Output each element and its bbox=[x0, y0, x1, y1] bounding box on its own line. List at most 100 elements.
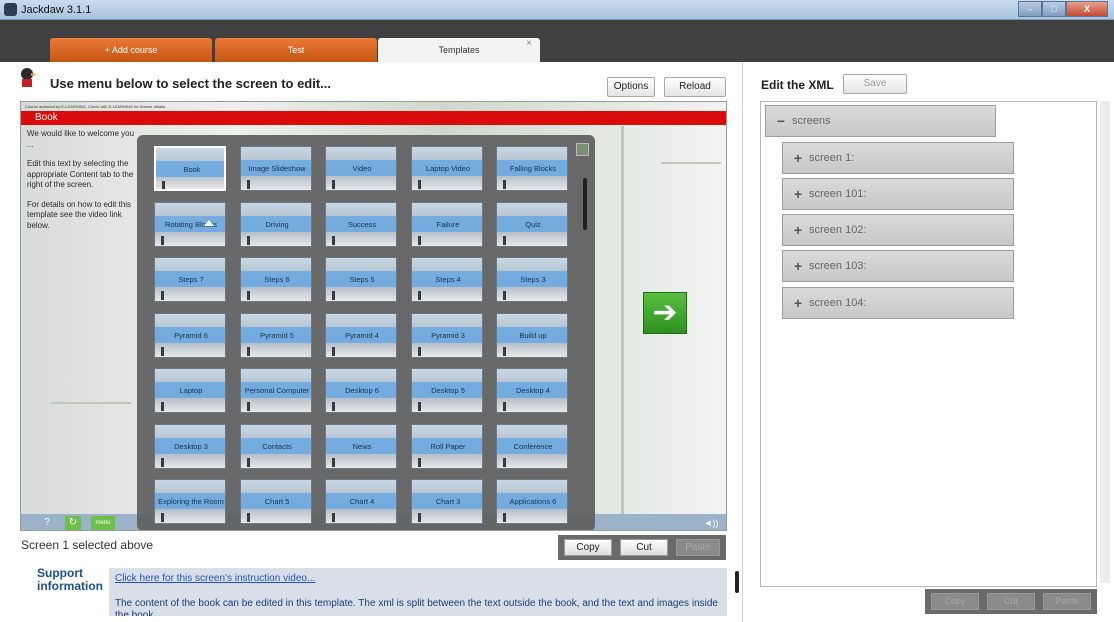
minimize-button[interactable]: – bbox=[1018, 1, 1042, 17]
save-button[interactable]: Save bbox=[843, 74, 907, 94]
template-thumbnail-label: Steps 6 bbox=[264, 274, 290, 284]
options-button[interactable]: Options bbox=[607, 77, 655, 97]
tab-add-course[interactable]: + Add course bbox=[50, 38, 212, 62]
expand-icon[interactable]: + bbox=[791, 295, 805, 311]
panel-divider bbox=[742, 62, 743, 622]
template-thumbnail-label: Chart 4 bbox=[349, 496, 375, 506]
expand-icon[interactable]: + bbox=[791, 186, 805, 202]
template-thumbnail[interactable]: Laptop bbox=[154, 368, 226, 413]
template-thumbnail[interactable]: Steps 5 bbox=[325, 257, 397, 302]
template-thumbnail[interactable]: Failure bbox=[411, 202, 483, 247]
audio-icon[interactable]: ◄)) bbox=[701, 516, 721, 530]
template-thumbnail[interactable]: Success bbox=[325, 202, 397, 247]
template-thumbnail[interactable]: Chart 5 bbox=[240, 479, 312, 524]
template-thumbnail[interactable]: Pyramid 4 bbox=[325, 313, 397, 358]
template-thumbnail[interactable]: Chart 3 bbox=[411, 479, 483, 524]
tab-templates-label: Templates bbox=[438, 45, 480, 55]
paste-button[interactable]: Paste bbox=[676, 539, 720, 556]
xml-node-screen[interactable]: + screen 1: bbox=[782, 142, 1014, 174]
template-thumbnail[interactable]: News bbox=[325, 424, 397, 469]
tab-templates[interactable]: Templates × bbox=[378, 38, 540, 63]
xml-node-screen[interactable]: + screen 101: bbox=[782, 178, 1014, 210]
xml-title: Edit the XML bbox=[761, 78, 834, 92]
template-thumbnail[interactable]: Chart 4 bbox=[325, 479, 397, 524]
template-thumbnail[interactable]: Desktop 5 bbox=[411, 368, 483, 413]
template-thumbnail-label: Pyramid 6 bbox=[174, 330, 208, 340]
template-thumbnail[interactable]: Image Slideshow bbox=[240, 146, 312, 191]
template-thumbnail[interactable]: Desktop 4 bbox=[496, 368, 568, 413]
xml-node-label: screens bbox=[792, 115, 831, 127]
tab-close-icon[interactable]: × bbox=[526, 32, 532, 56]
template-thumbnail[interactable]: Steps 6 bbox=[240, 257, 312, 302]
expand-icon[interactable]: + bbox=[791, 258, 805, 274]
template-thumbnail-label: Pyramid 3 bbox=[431, 330, 465, 340]
xml-paste-button[interactable]: Paste bbox=[1043, 593, 1091, 610]
template-thumbnail[interactable]: Rotating Blocks bbox=[154, 202, 226, 247]
template-thumbnail-label: Steps 4 bbox=[435, 274, 461, 284]
cut-button[interactable]: Cut bbox=[620, 539, 668, 556]
refresh-icon[interactable]: ↻ bbox=[65, 516, 81, 530]
template-thumbnail[interactable]: Video bbox=[325, 146, 397, 191]
xml-node-root[interactable]: − screens bbox=[765, 105, 996, 137]
template-thumbnail[interactable]: Desktop 6 bbox=[325, 368, 397, 413]
app-icon bbox=[4, 3, 17, 16]
template-thumbnail[interactable]: Exploring the Room bbox=[154, 479, 226, 524]
copy-button[interactable]: Copy bbox=[564, 539, 612, 556]
template-thumbnail[interactable]: Conference bbox=[496, 424, 568, 469]
maximize-button[interactable]: □ bbox=[1042, 1, 1066, 17]
thumbnail-figure bbox=[332, 180, 335, 189]
selector-close-icon[interactable] bbox=[576, 143, 589, 156]
template-thumbnail[interactable]: Applications 6 bbox=[496, 479, 568, 524]
xml-node-screen[interactable]: + screen 102: bbox=[782, 214, 1014, 246]
tab-test[interactable]: Test bbox=[215, 38, 377, 62]
next-arrow-button[interactable]: ➔ bbox=[643, 292, 687, 334]
thumbnail-figure bbox=[418, 347, 421, 356]
xml-cut-button[interactable]: Cut bbox=[987, 593, 1035, 610]
xml-node-screen[interactable]: + screen 104: bbox=[782, 287, 1014, 319]
tab-strip: + Add course Test Templates × bbox=[0, 20, 1114, 63]
template-thumbnail[interactable]: Desktop 3 bbox=[154, 424, 226, 469]
template-thumbnail-label: Quiz bbox=[525, 219, 541, 229]
expand-icon[interactable]: + bbox=[791, 222, 805, 238]
thumbnail-figure bbox=[418, 291, 421, 300]
template-thumbnail[interactable]: Quiz bbox=[496, 202, 568, 247]
template-thumbnail[interactable]: Pyramid 5 bbox=[240, 313, 312, 358]
thumbnail-figure bbox=[161, 347, 164, 356]
xml-scrollbar[interactable] bbox=[1100, 101, 1110, 583]
template-thumbnail[interactable]: Personal Computer bbox=[240, 368, 312, 413]
instruction-video-link[interactable]: Click here for this screen's instruction… bbox=[115, 573, 315, 584]
thumbnail-figure bbox=[418, 180, 421, 189]
collapse-icon[interactable]: − bbox=[774, 113, 788, 129]
support-scrollbar-thumb[interactable] bbox=[735, 571, 739, 593]
reload-button[interactable]: Reload bbox=[664, 77, 726, 97]
template-thumbnail[interactable]: Falling Blocks bbox=[496, 146, 568, 191]
thumbnail-figure bbox=[503, 180, 506, 189]
template-thumbnail[interactable]: Build up bbox=[496, 313, 568, 358]
xml-node-label: screen 103: bbox=[809, 260, 867, 272]
thumbnail-figure bbox=[418, 513, 421, 522]
template-thumbnail[interactable]: Book bbox=[154, 146, 226, 191]
template-thumbnail-label: Desktop 6 bbox=[345, 385, 379, 395]
template-thumbnail[interactable]: Pyramid 3 bbox=[411, 313, 483, 358]
xml-node-screen[interactable]: + screen 103: bbox=[782, 250, 1014, 282]
template-thumbnail[interactable]: Steps 7 bbox=[154, 257, 226, 302]
template-thumbnail-label: Steps 3 bbox=[520, 274, 546, 284]
selector-scrollbar-thumb[interactable] bbox=[583, 178, 587, 230]
menu-icon[interactable]: menu bbox=[91, 516, 115, 530]
template-thumbnail[interactable]: Pyramid 6 bbox=[154, 313, 226, 358]
close-window-button[interactable]: X bbox=[1066, 1, 1108, 17]
xml-copy-button[interactable]: Copy bbox=[931, 593, 979, 610]
xml-node-label: screen 102: bbox=[809, 224, 867, 236]
template-thumbnail-label: Desktop 4 bbox=[516, 385, 550, 395]
template-thumbnail[interactable]: Laptop Video bbox=[411, 146, 483, 191]
template-thumbnail[interactable]: Driving bbox=[240, 202, 312, 247]
thumbnail-figure bbox=[418, 402, 421, 411]
help-icon[interactable]: ? bbox=[41, 516, 53, 530]
thumbnail-figure bbox=[503, 347, 506, 356]
template-thumbnail[interactable]: Roll Paper bbox=[411, 424, 483, 469]
thumbnail-figure bbox=[161, 513, 164, 522]
expand-icon[interactable]: + bbox=[791, 150, 805, 166]
template-thumbnail[interactable]: Steps 4 bbox=[411, 257, 483, 302]
template-thumbnail[interactable]: Contacts bbox=[240, 424, 312, 469]
template-thumbnail[interactable]: Steps 3 bbox=[496, 257, 568, 302]
